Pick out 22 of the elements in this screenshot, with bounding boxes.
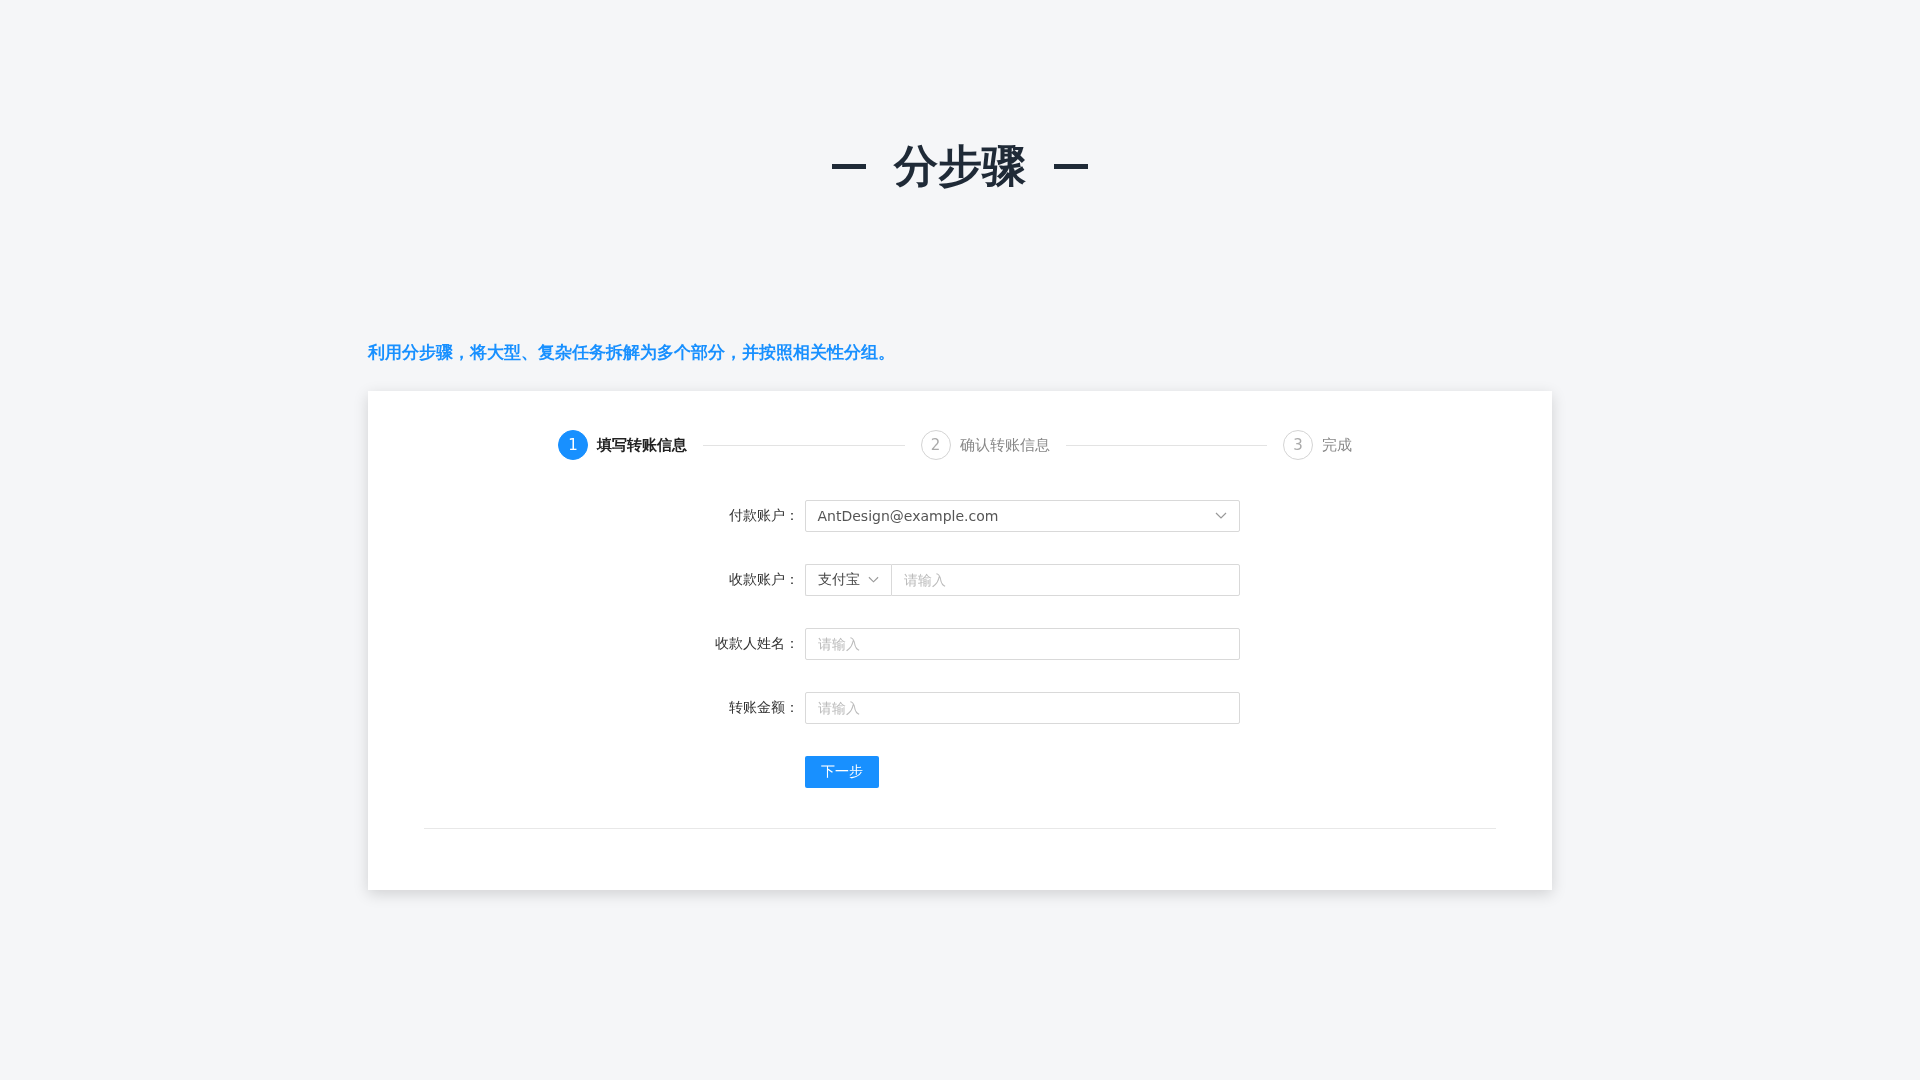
title-dash [832, 163, 866, 169]
step-number: 3 [1283, 430, 1313, 460]
field-label: 付款账户： [727, 507, 800, 525]
field-label: 收款人姓名： [713, 635, 800, 653]
step-label: 确认转账信息 [959, 435, 1050, 455]
field-label: 收款账户： [727, 571, 800, 589]
step-number: 2 [920, 430, 951, 460]
step-label: 完成 [1322, 435, 1352, 455]
method-select[interactable]: 支付宝 [804, 564, 891, 596]
input-field[interactable]: 请输入 [804, 628, 1240, 660]
account-select[interactable]: AntDesign@example.com [804, 500, 1240, 532]
select-value: AntDesign@example.com [817, 508, 999, 524]
input-field[interactable]: 请输入 [804, 692, 1240, 724]
field-label: 转账金额： [727, 699, 800, 717]
title-dash [1054, 163, 1088, 169]
step-label: 填写转账信息 [597, 435, 687, 455]
page-title: 分步骤 [894, 139, 1026, 193]
input-field[interactable]: 请输入 [890, 564, 1240, 596]
step-number: 1 [558, 430, 588, 460]
chevron-down-icon [867, 576, 879, 584]
description-text: 利用分步骤，将大型、复杂任务拆解为多个部分，并按照相关性分组。 [368, 341, 896, 364]
chevron-down-icon [1214, 512, 1227, 520]
